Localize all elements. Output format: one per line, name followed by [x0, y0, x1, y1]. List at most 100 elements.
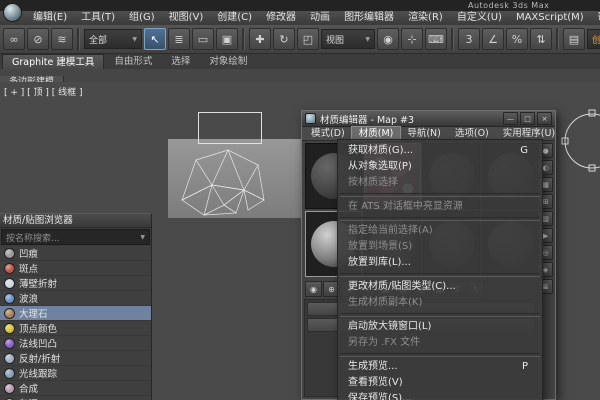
- menubar-item[interactable]: 动画: [303, 11, 337, 25]
- menubar-item[interactable]: 自定义(U): [450, 11, 509, 25]
- viewport-label[interactable]: [ + ] [ 顶 ] [ 线框 ]: [4, 85, 83, 98]
- menubar-item[interactable]: 修改器: [259, 11, 303, 25]
- menubar-item[interactable]: 工具(T): [74, 11, 122, 25]
- material-menu-item: 放置到场景(S): [338, 239, 542, 255]
- ribbon-tabs: Graphite 建模工具自由形式选择对象绘制: [0, 54, 600, 69]
- menu-item-label: 生成预览...: [348, 359, 398, 375]
- browser-item[interactable]: 顶点颜色: [0, 321, 151, 336]
- menu-item-label: 放置到场景(S): [348, 239, 412, 255]
- material-menu-item[interactable]: 启动放大镜窗口(L): [338, 319, 542, 335]
- material-menu-item: 在 ATS 对话框中亮显资源: [338, 199, 542, 215]
- map-type-icon: [4, 353, 15, 364]
- map-type-icon: [4, 278, 15, 289]
- browser-item[interactable]: 大理石: [0, 306, 151, 321]
- menubar-item[interactable]: 图形编辑器: [337, 11, 401, 25]
- toolbar-divider: [451, 28, 454, 50]
- window-crossing-button[interactable]: ▣: [216, 28, 238, 50]
- chevron-down-icon[interactable]: ▼: [140, 234, 145, 241]
- menu-item-label: 按材质选择: [348, 175, 398, 191]
- material-editor-title: 材质编辑器 - Map #3: [320, 112, 499, 126]
- rectangular-selection-region-button[interactable]: ▭: [192, 28, 214, 50]
- menu-item-label: 更改材质/贴图类型(C)...: [348, 279, 456, 295]
- material-menu-item[interactable]: 放置到库(L)...: [338, 255, 542, 271]
- browser-item[interactable]: 薄壁折射: [0, 276, 151, 291]
- unlink-selection-button[interactable]: ⊘: [27, 28, 49, 50]
- material-menu-item[interactable]: 查看预览(V): [338, 375, 542, 391]
- material-menu-item[interactable]: 保存预览(S)...: [338, 391, 542, 400]
- material-menu-item[interactable]: 从对象选取(P): [338, 159, 542, 175]
- menubar-item[interactable]: 帮助(H): [591, 11, 600, 25]
- browser-item[interactable]: 合成: [0, 381, 151, 396]
- map-type-icon: [4, 308, 15, 319]
- main-menubar: 编辑(E)工具(T)组(G)视图(V)创建(C)修改器动画图形编辑器渲染(R)自…: [0, 11, 600, 25]
- use-pivot-point-center-button[interactable]: ◉: [377, 28, 399, 50]
- select-and-rotate-button[interactable]: ↻: [273, 28, 295, 50]
- browser-item[interactable]: 灰泥: [0, 396, 151, 400]
- menu-item-shortcut: G: [520, 143, 528, 159]
- material-menu-item[interactable]: 获取材质(G)... G: [338, 143, 542, 159]
- menubar-item[interactable]: MAXScript(M): [509, 11, 591, 25]
- ribbon-tab[interactable]: 对象绘制: [200, 54, 256, 69]
- browser-item-label: 法线凹凸: [19, 336, 57, 350]
- search-input[interactable]: 按名称搜索... ▼: [1, 229, 150, 245]
- ribbon-tab[interactable]: 选择: [162, 54, 199, 69]
- browser-item[interactable]: 斑点: [0, 261, 151, 276]
- toolbar-divider: [556, 28, 559, 50]
- get-material-button[interactable]: ◉: [305, 281, 322, 297]
- menu-item-label: 启动放大镜窗口(L): [348, 319, 431, 335]
- select-and-link-button[interactable]: ∞: [3, 28, 25, 50]
- reference-coordinate-system-value: 视图: [326, 33, 344, 46]
- select-and-manipulate-button[interactable]: ⊹: [401, 28, 423, 50]
- menu-item-label: 在 ATS 对话框中亮显资源: [348, 199, 463, 215]
- menubar-item[interactable]: 创建(C): [210, 11, 259, 25]
- menubar-item[interactable]: 组(G): [122, 11, 162, 25]
- minimize-button[interactable]: —: [503, 112, 518, 125]
- select-and-move-button[interactable]: ✚: [249, 28, 271, 50]
- angle-snap-toggle-button[interactable]: ∠: [482, 28, 504, 50]
- close-button[interactable]: ×: [537, 112, 552, 125]
- selection-filter-dropdown[interactable]: 全部▼: [84, 29, 142, 49]
- browser-item[interactable]: 反射/折射: [0, 351, 151, 366]
- main-toolbar: ∞⊘≋全部▼↖≣▭▣✚↻◰视图▼◉⊹⌨3∠%⇅▤创建选择集▼◧≡▦∿◉♨▶: [0, 25, 600, 54]
- edit-named-selection-sets-button[interactable]: ▤: [563, 28, 585, 50]
- menu-separator: [340, 193, 540, 197]
- keyboard-shortcut-override-button[interactable]: ⌨: [425, 28, 447, 50]
- snaps-toggle-button[interactable]: 3: [458, 28, 480, 50]
- material-menu-item[interactable]: 生成预览...P: [338, 359, 542, 375]
- browser-item-label: 凹痕: [19, 246, 38, 260]
- arc-rotate-gizmo[interactable]: [556, 108, 600, 174]
- browser-item-label: 波浪: [19, 291, 38, 305]
- material-menu-item[interactable]: 更改材质/贴图类型(C)...: [338, 279, 542, 295]
- browser-item[interactable]: 光线跟踪: [0, 366, 151, 381]
- reference-coordinate-system-dropdown[interactable]: 视图 ▼: [321, 29, 375, 49]
- browser-item[interactable]: 法线凹凸: [0, 336, 151, 351]
- menubar-item[interactable]: 编辑(E): [26, 11, 74, 25]
- ribbon-tab[interactable]: 自由形式: [105, 54, 161, 69]
- window-buttons: —□×: [503, 112, 552, 125]
- named-selection-sets-value: 创建选择集: [592, 33, 600, 46]
- select-by-name-button[interactable]: ≣: [168, 28, 190, 50]
- named-selection-sets-dropdown[interactable]: 创建选择集▼: [587, 29, 600, 49]
- ribbon-tab[interactable]: Graphite 建模工具: [2, 54, 104, 69]
- menubar-item[interactable]: 渲染(R): [401, 11, 450, 25]
- menu-item-label: 指定给当前选择(A): [348, 223, 433, 239]
- material-editor-titlebar[interactable]: 材质编辑器 - Map #3 —□×: [302, 111, 555, 127]
- toolbar-divider: [242, 28, 245, 50]
- 3dsmax-logo-icon[interactable]: [3, 3, 22, 22]
- select-object-button[interactable]: ↖: [144, 28, 166, 50]
- percent-snap-toggle-button[interactable]: %: [506, 28, 528, 50]
- material-menu-item: 按材质选择: [338, 175, 542, 191]
- browser-item[interactable]: 波浪: [0, 291, 151, 306]
- bind-to-space-warp-button[interactable]: ≋: [51, 28, 73, 50]
- browser-list: 凹痕斑点薄壁折射波浪大理石顶点颜色法线凹凸反射/折射光线跟踪合成灰泥: [0, 246, 151, 400]
- browser-item-label: 斑点: [19, 261, 38, 275]
- chevron-down-icon: ▼: [132, 36, 137, 43]
- select-and-scale-button[interactable]: ◰: [297, 28, 319, 50]
- spinner-snap-toggle-button[interactable]: ⇅: [530, 28, 552, 50]
- material-menu-item: 另存为 .FX 文件: [338, 335, 542, 351]
- menu-item-label: 获取材质(G)...: [348, 143, 413, 159]
- browser-item[interactable]: 凹痕: [0, 246, 151, 261]
- menubar-item[interactable]: 视图(V): [162, 11, 211, 25]
- maximize-button[interactable]: □: [520, 112, 535, 125]
- chevron-down-icon: ▼: [365, 36, 370, 43]
